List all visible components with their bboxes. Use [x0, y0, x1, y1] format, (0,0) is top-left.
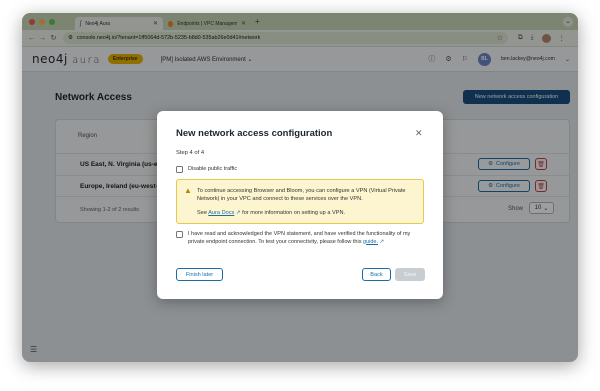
finish-later-button[interactable]: Finish later: [176, 268, 223, 281]
disable-public-traffic-checkbox[interactable]: [176, 166, 183, 173]
disable-public-traffic-label[interactable]: Disable public traffic: [188, 166, 237, 172]
guide-link[interactable]: guide.: [363, 239, 378, 245]
dialog-title: New network access configuration: [176, 128, 333, 139]
warning-triangle-icon: ▲: [184, 186, 192, 195]
save-button[interactable]: Save: [395, 268, 425, 281]
step-indicator: Step 4 of 4: [176, 150, 205, 156]
disable-public-traffic-row: Disable public traffic: [176, 166, 237, 173]
vpn-acknowledge-checkbox[interactable]: [176, 231, 183, 238]
external-link-icon: ↗: [379, 238, 385, 245]
vpn-acknowledge-label[interactable]: I have read and acknowledged the VPN sta…: [188, 231, 426, 246]
external-link-icon: ↗: [235, 210, 241, 216]
close-icon[interactable]: ✕: [415, 128, 423, 139]
alert-docs-line: See Aura Docs ↗ for more information on …: [197, 210, 346, 216]
vpn-acknowledge-row: I have read and acknowledged the VPN sta…: [176, 231, 426, 246]
aura-docs-link[interactable]: Aura Docs: [208, 210, 234, 216]
back-button[interactable]: Back: [362, 268, 391, 281]
vpn-warning-alert: ▲ To continue accessing Browser and Bloo…: [176, 179, 424, 224]
alert-message: To continue accessing Browser and Bloom,…: [197, 188, 406, 203]
network-config-dialog: New network access configuration ✕ Step …: [157, 111, 443, 299]
